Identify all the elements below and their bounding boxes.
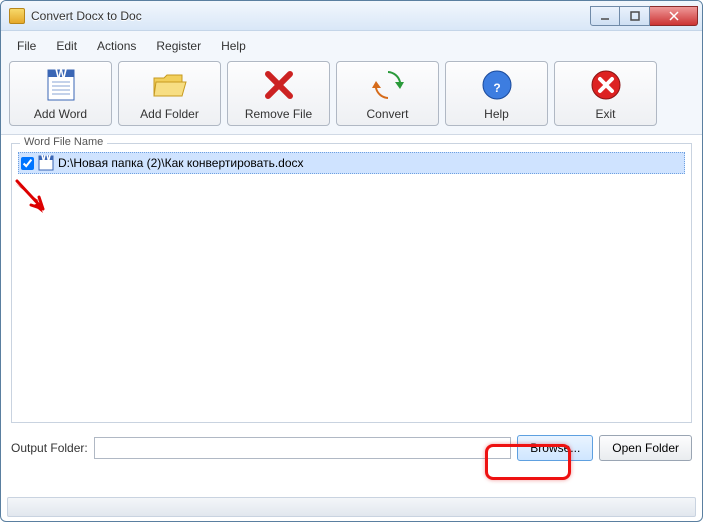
menu-register[interactable]: Register	[146, 35, 211, 57]
app-window: Convert Docx to Doc File Edit Actions Re…	[0, 0, 703, 522]
list-item[interactable]: W D:\Новая папка (2)\Как конвертировать.…	[18, 152, 685, 174]
menu-actions[interactable]: Actions	[87, 35, 146, 57]
statusbar	[7, 497, 696, 517]
exit-label: Exit	[595, 107, 615, 121]
close-button[interactable]	[650, 6, 698, 26]
minimize-button[interactable]	[590, 6, 620, 26]
browse-button[interactable]: Browse...	[517, 435, 593, 461]
exit-button[interactable]: Exit	[554, 61, 657, 126]
add-folder-button[interactable]: Add Folder	[118, 61, 221, 126]
help-icon: ?	[479, 67, 515, 103]
remove-file-label: Remove File	[245, 107, 312, 121]
menu-edit[interactable]: Edit	[46, 35, 87, 57]
svg-text:?: ?	[493, 81, 500, 95]
svg-text:W: W	[40, 155, 52, 163]
file-checkbox[interactable]	[21, 157, 34, 170]
folder-icon	[152, 67, 188, 103]
add-folder-label: Add Folder	[140, 107, 199, 121]
svg-text:W: W	[55, 68, 67, 81]
app-icon	[9, 8, 25, 24]
convert-label: Convert	[366, 107, 408, 121]
convert-arrows-icon	[370, 67, 406, 103]
menu-file[interactable]: File	[7, 35, 46, 57]
file-list[interactable]: W D:\Новая папка (2)\Как конвертировать.…	[12, 144, 691, 182]
add-word-button[interactable]: W Add Word	[9, 61, 112, 126]
file-list-group: Word File Name W D:\Новая папка (2)\Как …	[11, 143, 692, 423]
output-folder-label: Output Folder:	[11, 441, 88, 455]
window-title: Convert Docx to Doc	[31, 9, 590, 23]
add-word-label: Add Word	[34, 107, 87, 121]
output-row: Output Folder: Browse... Open Folder	[1, 429, 702, 467]
help-button[interactable]: ? Help	[445, 61, 548, 126]
word-document-icon: W	[43, 67, 79, 103]
output-folder-input[interactable]	[94, 437, 512, 459]
remove-file-button[interactable]: Remove File	[227, 61, 330, 126]
window-controls	[590, 6, 698, 26]
exit-icon	[588, 67, 624, 103]
convert-button[interactable]: Convert	[336, 61, 439, 126]
help-label: Help	[484, 107, 509, 121]
file-path: D:\Новая папка (2)\Как конвертировать.do…	[58, 156, 304, 170]
file-list-legend: Word File Name	[20, 136, 107, 148]
menubar: File Edit Actions Register Help	[1, 31, 702, 57]
open-folder-button[interactable]: Open Folder	[599, 435, 692, 461]
toolbar: W Add Word Add Folder Remove File Conver…	[1, 57, 702, 135]
maximize-button[interactable]	[620, 6, 650, 26]
titlebar: Convert Docx to Doc	[1, 1, 702, 31]
word-file-icon: W	[38, 155, 54, 171]
menu-help[interactable]: Help	[211, 35, 256, 57]
remove-x-icon	[261, 67, 297, 103]
